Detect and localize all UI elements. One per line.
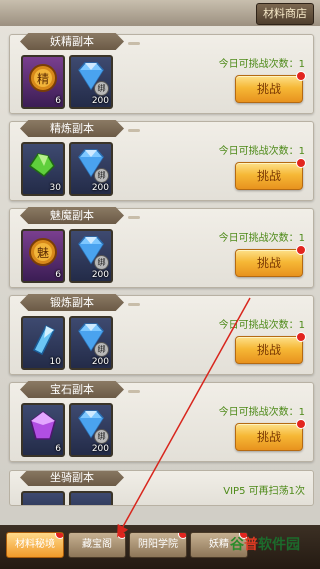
card-title: 妖精副本 — [20, 33, 124, 50]
bound-badge: 绑 — [94, 168, 109, 183]
item-count: 200 — [91, 96, 109, 106]
reward-slot[interactable]: 30 — [21, 142, 65, 196]
title-ornament — [128, 42, 140, 45]
title-ornament — [128, 129, 140, 132]
notification-dot — [296, 71, 306, 81]
notification-dot — [296, 245, 306, 255]
dungeon-card-forge: 锻炼副本 10 绑 200 今日可挑战次数：1 挑战 — [9, 294, 314, 375]
item-count: 200 — [91, 444, 109, 454]
notification-dot — [117, 533, 125, 539]
bound-badge: 绑 — [94, 429, 109, 444]
item-count: 30 — [49, 183, 61, 193]
challenge-button[interactable]: 挑战 — [235, 332, 306, 364]
challenge-button[interactable]: 挑战 — [235, 419, 306, 451]
challenge-button[interactable]: 挑战 — [235, 158, 306, 190]
title-ornament — [128, 303, 140, 306]
dungeon-card-gem: 宝石副本 6 绑 200 今日可挑战次数：1 挑战 — [9, 381, 314, 462]
daily-attempts: 今日可挑战次数：1 — [218, 233, 305, 244]
tab-label: 妖精 — [209, 539, 229, 550]
item-count: 200 — [91, 183, 109, 193]
challenge-button[interactable]: 挑战 — [235, 245, 306, 277]
reward-slot[interactable]: 绑 200 — [69, 316, 113, 370]
blue-crystal-icon — [32, 324, 56, 356]
item-count: 10 — [49, 357, 61, 367]
reward-slot[interactable]: 6 — [21, 403, 65, 457]
dungeon-card-refine: 精炼副本 30 绑 200 今日可挑战次数：1 挑战 — [9, 120, 314, 201]
challenge-button-label: 挑战 — [256, 430, 281, 444]
tab-label: 材料秘境 — [15, 539, 55, 550]
reward-slot[interactable] — [69, 491, 113, 505]
daily-attempts: 今日可挑战次数：1 — [218, 407, 305, 418]
item-count: 200 — [91, 357, 109, 367]
card-title: 精炼副本 — [20, 120, 124, 137]
notification-dot — [296, 158, 306, 168]
reward-slot[interactable]: 魅 6 — [21, 229, 65, 283]
bound-badge: 绑 — [94, 342, 109, 357]
spirit-token-icon: 精 — [29, 64, 57, 92]
top-bar: 材料商店 — [0, 0, 320, 26]
dungeon-card-fairy: 妖精副本 精 6 绑 200 今日可挑战次数：1 挑战 — [9, 33, 314, 114]
bound-badge: 绑 — [94, 255, 109, 270]
daily-attempts: 今日可挑战次数：1 — [218, 320, 305, 331]
item-count: 6 — [55, 96, 61, 106]
title-ornament — [128, 390, 140, 393]
dungeon-card-mount: 坐骑副本 VIP5 可再扫荡1次 — [9, 470, 314, 506]
notification-dot — [55, 533, 63, 539]
watermark-logo: 谷普软件园 — [230, 537, 300, 553]
token-glyph: 精 — [37, 72, 49, 86]
item-count: 6 — [55, 444, 61, 454]
card-title: 坐骑副本 — [20, 471, 124, 486]
challenge-button-label: 挑战 — [256, 169, 281, 183]
notification-dot — [296, 332, 306, 342]
card-title: 魅魔副本 — [20, 207, 124, 224]
title-ornament — [128, 216, 140, 219]
reward-slot[interactable]: 绑 200 — [69, 229, 113, 283]
tab-label: 藏宝阁 — [82, 539, 112, 550]
item-count: 6 — [55, 270, 61, 280]
tab-yinyang-academy[interactable]: 阴阳学院 — [129, 532, 187, 558]
challenge-button-label: 挑战 — [256, 256, 281, 270]
challenge-button-label: 挑战 — [256, 82, 281, 96]
charm-token-icon: 魅 — [29, 238, 57, 266]
tab-material-realm[interactable]: 材料秘境 — [6, 532, 64, 558]
reward-slot[interactable]: 10 — [21, 316, 65, 370]
tab-label: 阴阳学院 — [138, 539, 178, 550]
bound-badge: 绑 — [94, 81, 109, 96]
challenge-button-label: 挑战 — [256, 343, 281, 357]
token-glyph: 魅 — [37, 245, 49, 260]
card-title: 宝石副本 — [20, 381, 124, 398]
notification-dot — [296, 419, 306, 429]
card-title: 锻炼副本 — [20, 294, 124, 311]
reward-slot[interactable]: 绑 200 — [69, 55, 113, 109]
reward-slot[interactable]: 绑 200 — [69, 403, 113, 457]
reward-slot[interactable]: 精 6 — [21, 55, 65, 109]
reward-slot[interactable]: 绑 200 — [69, 142, 113, 196]
reward-slot[interactable] — [21, 491, 65, 505]
tab-treasure-pavilion[interactable]: 藏宝阁 — [68, 532, 126, 558]
item-count: 200 — [91, 270, 109, 280]
daily-attempts: 今日可挑战次数：1 — [218, 146, 305, 157]
notification-dot — [178, 533, 186, 539]
challenge-button[interactable]: 挑战 — [235, 71, 306, 103]
green-crystal-icon — [28, 153, 55, 177]
material-shop-tab[interactable]: 材料商店 — [256, 3, 314, 25]
vip-sweep-note: VIP5 可再扫荡1次 — [223, 486, 305, 497]
dungeon-card-succubus: 魅魔副本 魅 6 绑 200 今日可挑战次数：1 挑战 — [9, 207, 314, 288]
daily-attempts: 今日可挑战次数：1 — [218, 59, 305, 70]
purple-gem-icon — [30, 411, 56, 440]
